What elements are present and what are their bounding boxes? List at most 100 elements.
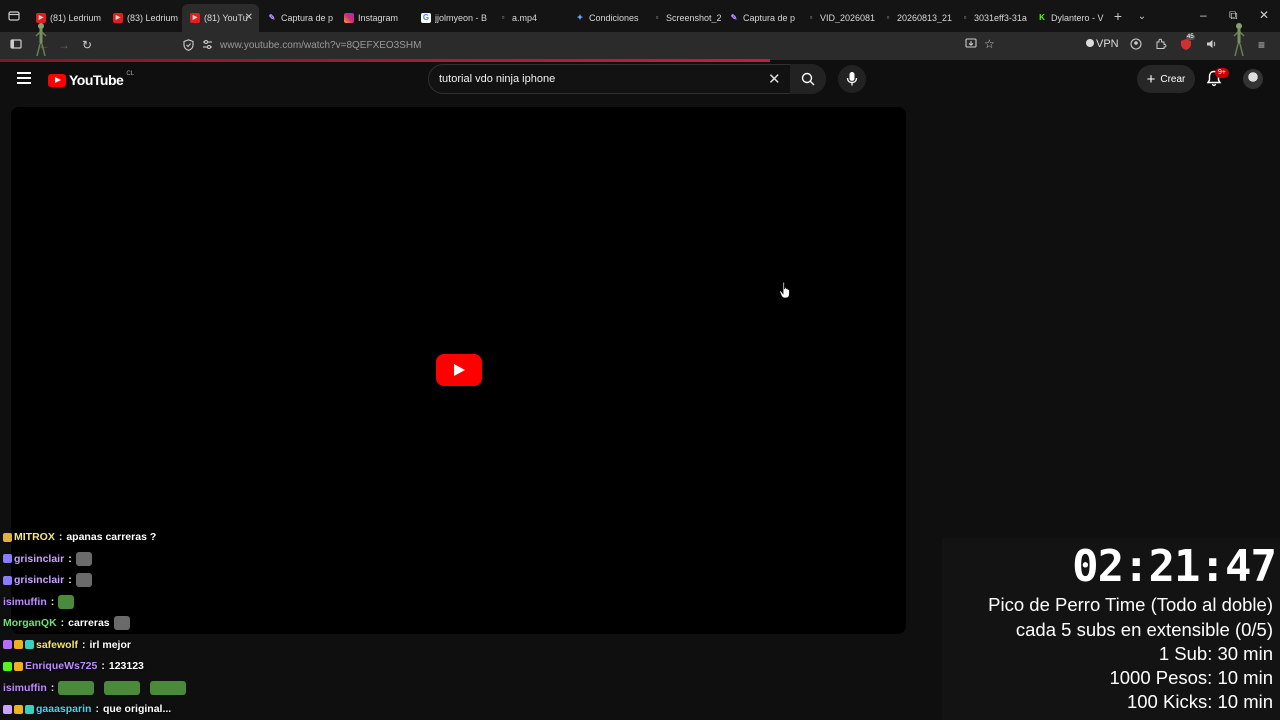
overlay-line: Pico de Perro Time (Todo al doble): [988, 594, 1273, 615]
instagram-icon: [344, 13, 354, 23]
browser-tab[interactable]: ▶ (81) YouTu ✕: [182, 4, 259, 32]
ad-blocker-icon[interactable]: 45: [1180, 34, 1195, 54]
tab-title: Condiciones: [589, 13, 639, 23]
chat-message: MITROX: apanas carreras ?: [3, 527, 156, 547]
speaker-icon[interactable]: [1206, 38, 1218, 53]
chat-separator: :: [68, 552, 72, 565]
profile-icon[interactable]: [1130, 38, 1142, 53]
search-icon: [801, 72, 815, 86]
kick-icon: K: [1039, 13, 1045, 22]
youtube-icon: ▶: [113, 13, 123, 23]
close-window-button[interactable]: ✕: [1259, 8, 1269, 22]
chat-badge-icon: [14, 704, 23, 714]
chat-message: grisinclair:: [3, 549, 96, 569]
browser-tab[interactable]: ▫ 3031eff3-31a: [952, 4, 1029, 32]
site-info-shield-icon[interactable]: [183, 39, 194, 54]
overlay-line: cada 5 subs en extensible (0/5): [1015, 619, 1273, 640]
extensions-puzzle-icon[interactable]: [1155, 38, 1167, 53]
chat-message: EnriqueWs725:123123: [3, 656, 144, 676]
browser-tab[interactable]: ✦ Condiciones: [567, 4, 644, 32]
tab-title: a.mp4: [512, 13, 538, 23]
tab-title: Instagram: [358, 13, 399, 23]
gemini-icon: ✦: [576, 13, 584, 22]
extension-badge: 45: [1186, 34, 1195, 40]
minimize-button[interactable]: –: [1200, 8, 1207, 22]
youtube-icon: ▶: [190, 13, 200, 23]
install-app-icon[interactable]: [965, 38, 977, 52]
account-avatar[interactable]: [1243, 69, 1263, 89]
youtube-header: YouTube CL ✕ + Crear 9+: [0, 62, 1280, 96]
bookmark-star-icon[interactable]: ☆: [984, 37, 995, 51]
voice-search-button[interactable]: [838, 65, 866, 93]
browser-tab[interactable]: ▫ VID_2026081: [798, 4, 875, 32]
tab-search-chevron-icon[interactable]: ⌄: [1130, 11, 1154, 22]
reload-icon[interactable]: ↻: [82, 38, 92, 52]
chat-message: MorganQK: carreras: [3, 613, 134, 633]
forward-arrow-icon[interactable]: →: [58, 38, 70, 52]
notification-count-badge: 9+: [1215, 68, 1229, 78]
chat-emote-icon: [113, 616, 130, 630]
tab-title: Dylantero - V: [1051, 13, 1104, 23]
youtube-logo[interactable]: YouTube CL: [48, 71, 134, 88]
chat-message: gaaasparin: que original...: [3, 699, 171, 719]
clear-search-icon[interactable]: ✕: [768, 70, 781, 88]
overlay-line: 1 Sub: 30 min: [1158, 643, 1273, 664]
chat-separator: :: [68, 574, 72, 586]
browser-tab[interactable]: ✎ Captura de p: [721, 4, 798, 32]
create-label: Crear: [1160, 73, 1186, 85]
browser-tab[interactable]: ✎ Captura de p: [259, 4, 336, 32]
chat-username: EnriqueWs725: [25, 660, 98, 672]
file-icon: ▫: [809, 13, 813, 22]
youtube-wordmark: YouTube: [69, 72, 124, 88]
site-settings-icon[interactable]: [202, 39, 213, 53]
tab-title: (81) YouTu: [204, 13, 248, 23]
overlay-line: 1000 Pesos: 10 min: [1109, 667, 1273, 688]
chat-separator: :: [95, 703, 99, 715]
chat-username: isimuffin: [3, 681, 47, 694]
chat-badge-icon: [14, 661, 23, 671]
chat-emote-icon: [58, 594, 75, 609]
browser-tab[interactable]: ▫ Screenshot_2: [644, 4, 721, 32]
chat-text: carreras: [68, 617, 110, 629]
file-icon: ▫: [963, 13, 967, 22]
chat-emote-icon: [104, 680, 141, 695]
create-button[interactable]: + Crear: [1137, 65, 1195, 93]
tab-list: ▶ (81) Ledrium ▶ (83) Ledrium ▶ (81) YouTu ✕ ✎ C…: [28, 0, 1106, 32]
chat-badge-icon: [14, 640, 23, 649]
vpn-icon: [1086, 39, 1094, 47]
address-bar[interactable]: www.youtube.com/watch?v=8QEFXEO3SHM: [176, 35, 1004, 57]
browser-tab[interactable]: ▫ a.mp4: [490, 4, 567, 32]
vpn-button[interactable]: VPN: [1086, 38, 1119, 50]
chat-username: grisinclair: [14, 552, 65, 565]
chat-badge-icon: [3, 661, 12, 671]
pen-icon: ✎: [268, 13, 276, 22]
search-input[interactable]: [439, 73, 759, 85]
sidebar-toggle-icon[interactable]: [10, 38, 22, 53]
chat-separator: :: [60, 617, 65, 629]
overlay-line: 100 Kicks: 10 min: [1126, 691, 1273, 712]
new-tab-button[interactable]: +: [1106, 8, 1130, 24]
restore-button[interactable]: ⧉: [1229, 8, 1238, 23]
chat-emote-icon: [150, 680, 187, 695]
close-tab-icon[interactable]: ✕: [245, 12, 253, 23]
countdown-timer: 02:21:47: [1072, 541, 1277, 592]
browser-tab[interactable]: ▫ 20260813_21: [875, 4, 952, 32]
chat-separator: :: [50, 681, 55, 694]
browser-menu-icon[interactable]: ≡: [1258, 38, 1265, 52]
browser-tab[interactable]: Gjjolmyeon - B: [413, 4, 490, 32]
chat-emote-icon: [58, 680, 95, 695]
country-code: CL: [126, 71, 134, 77]
search-button[interactable]: [790, 64, 826, 94]
pen-icon: ✎: [730, 13, 738, 22]
mantis-icon: [35, 23, 47, 57]
hamburger-menu-icon[interactable]: [17, 72, 31, 84]
stream-chat-overlay: MITROX: apanas carreras ? grisinclair: gris…: [0, 527, 310, 720]
large-play-button-icon[interactable]: [436, 354, 482, 386]
mantis-icon: [1233, 23, 1245, 57]
chat-username: grisinclair: [14, 574, 65, 586]
tab-actions-icon[interactable]: [0, 0, 28, 32]
chat-text: irl mejor: [89, 638, 131, 651]
browser-tab[interactable]: Instagram: [336, 4, 413, 32]
browser-tab[interactable]: ▶ (83) Ledrium: [105, 4, 182, 32]
browser-tab[interactable]: K Dylantero - V: [1029, 4, 1106, 32]
